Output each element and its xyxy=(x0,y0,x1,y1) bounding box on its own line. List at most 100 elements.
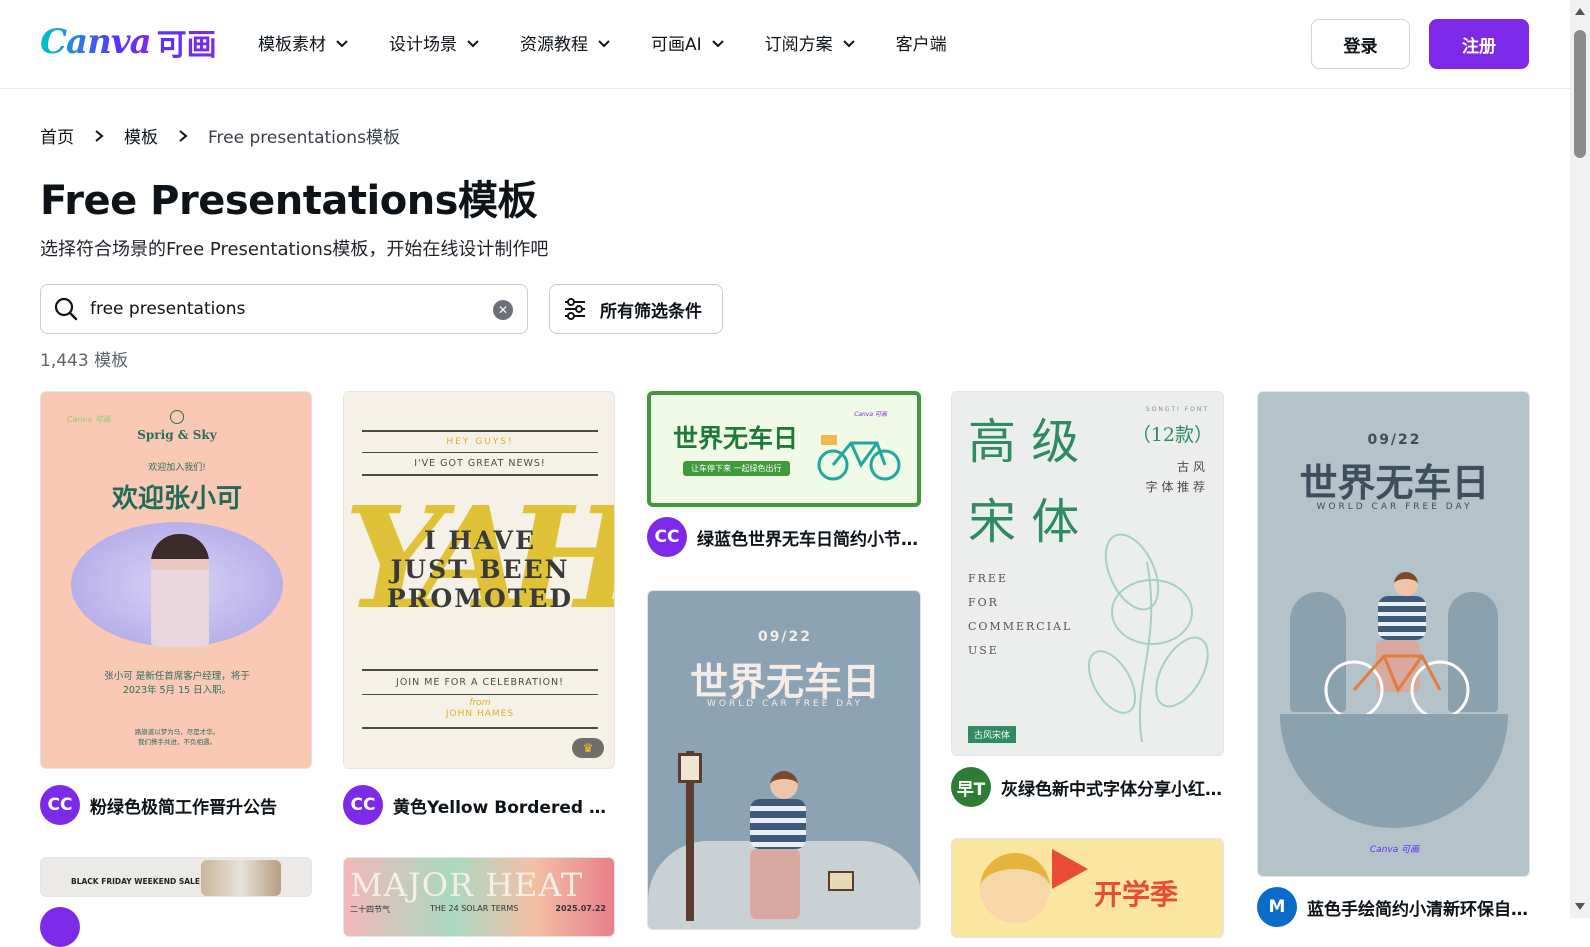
thumb-banner: 让车停下来 一起绿色出行 xyxy=(683,461,790,476)
page-scrollbar[interactable] xyxy=(1570,0,1590,918)
thumb-smalltitle: SONGTI FONT xyxy=(1145,406,1209,413)
breadcrumb-templates[interactable]: 模板 xyxy=(124,123,158,148)
logo-text: Canva xyxy=(40,22,152,62)
nav-label: 资源教程 xyxy=(520,35,588,55)
thumb-h1: 高 级 xyxy=(968,414,1080,470)
card-title[interactable]: 粉绿色极简工作晋升公告 xyxy=(90,793,277,818)
card-title[interactable]: 黄色Yellow Bordered Pro... xyxy=(393,793,615,818)
filter-label: 所有筛选条件 xyxy=(600,301,702,322)
scroll-up-arrow-icon[interactable] xyxy=(1575,8,1585,15)
all-filters-button[interactable]: 所有筛选条件 xyxy=(549,284,723,334)
card-title[interactable]: 绿蓝色世界无车日简约小节... xyxy=(697,525,919,550)
product-image xyxy=(201,860,281,896)
card-meta: CC 粉绿色极简工作晋升公告 xyxy=(40,785,312,825)
scroll-down-arrow-icon[interactable] xyxy=(1575,903,1585,910)
nav-label: 可画AI xyxy=(651,35,702,55)
scroll-thumb[interactable] xyxy=(1574,30,1586,158)
girl-figure xyxy=(980,853,1050,923)
canva-logo[interactable]: Canva 可画 xyxy=(40,22,217,63)
thumb-from: from xyxy=(469,698,491,708)
template-card[interactable]: Canva 可画 Sprig & Sky 欢迎加入我们! 欢迎张小可 张小可 是… xyxy=(40,391,312,825)
premium-crown-icon: ♛ xyxy=(572,738,604,758)
thumb-tag1: （12款） xyxy=(1131,424,1213,446)
cyclist-body xyxy=(750,799,806,849)
thumb-photo xyxy=(71,522,283,647)
thumb-tag2: 古 风 xyxy=(1177,460,1205,474)
basket xyxy=(828,871,854,891)
template-thumbnail[interactable]: 开学季 xyxy=(951,838,1224,938)
thumb-free2: FOR xyxy=(968,596,999,609)
divider xyxy=(362,452,598,453)
thumb-l2: JUST BEEN xyxy=(390,555,570,584)
template-card[interactable]: 09/22 世界无车日 WORLD CAR FREE DAY xyxy=(647,590,921,930)
globe xyxy=(1280,714,1508,828)
thumb-body1: 张小可 是新任首席客户经理，将于 xyxy=(104,671,250,682)
chevron-down-icon xyxy=(336,39,348,47)
template-thumbnail[interactable]: HEY GUYS! I'VE GOT GREAT NEWS! YAH I HAV… xyxy=(343,391,615,769)
signup-button[interactable]: 注册 xyxy=(1429,19,1529,69)
card-title[interactable]: 蓝色手绘简约小清新环保自... xyxy=(1307,895,1529,920)
person-figure xyxy=(151,534,209,647)
card-meta: CC 黄色Yellow Bordered Pro... xyxy=(343,785,615,825)
thumb-headline: 世界无车日 xyxy=(673,424,799,453)
thumb-date: 09/22 xyxy=(1367,432,1422,448)
avatar[interactable]: CC xyxy=(343,785,383,825)
cyclist-legs xyxy=(750,849,800,919)
avatar[interactable]: 早T xyxy=(951,767,991,807)
chevron-down-icon xyxy=(598,39,610,47)
template-thumbnail[interactable]: BLACK FRIDAY WEEKEND SALE xyxy=(40,857,312,897)
chevron-down-icon xyxy=(711,39,724,47)
nav-label: 设计场景 xyxy=(389,35,457,55)
nav-resources[interactable]: 资源教程 xyxy=(520,30,611,55)
divider xyxy=(362,430,598,432)
template-card[interactable]: MAJOR HEAT 二十四节气 THE 24 SOLAR TERMS 2025… xyxy=(343,857,615,937)
template-thumbnail[interactable]: 世界无车日 让车停下来 一起绿色出行 Canva 可画 xyxy=(647,391,921,507)
template-card[interactable]: 开学季 xyxy=(951,838,1224,938)
nav-pricing[interactable]: 订阅方案 xyxy=(765,30,856,55)
card-title[interactable]: 灰绿色新中式字体分享小红... xyxy=(1001,775,1223,800)
nav-templates[interactable]: 模板素材 xyxy=(258,30,349,55)
template-thumbnail[interactable]: 09/22 世界无车日 WORLD CAR FREE DAY Canva 可画 xyxy=(1257,391,1530,877)
template-thumbnail[interactable]: Canva 可画 Sprig & Sky 欢迎加入我们! 欢迎张小可 张小可 是… xyxy=(40,391,312,769)
nav-label: 客户端 xyxy=(895,35,947,55)
breadcrumb-home[interactable]: 首页 xyxy=(40,123,74,148)
nav-client[interactable]: 客户端 xyxy=(896,30,947,55)
template-thumbnail[interactable]: 高 级 宋 体 SONGTI FONT （12款） 古 风 字 体 推 荐 FR… xyxy=(951,391,1224,756)
avatar[interactable]: M xyxy=(1257,887,1297,927)
nav-label: 订阅方案 xyxy=(764,35,833,55)
leaf-icon xyxy=(170,410,184,424)
card-meta: 早T 灰绿色新中式字体分享小红... xyxy=(951,767,1223,807)
template-card[interactable]: 高 级 宋 体 SONGTI FONT （12款） 古 风 字 体 推 荐 FR… xyxy=(951,391,1224,811)
template-card[interactable]: HEY GUYS! I'VE GOT GREAT NEWS! YAH I HAV… xyxy=(343,391,615,825)
thumb-name: JOHN HAMES xyxy=(445,709,515,719)
cyclist-head xyxy=(770,771,798,799)
thumb-free3: COMMERCIAL xyxy=(968,620,1073,633)
thumb-foot1: 路旗道以梦为马，尽是才华。 xyxy=(134,728,220,736)
thumb-foot2: 我们携手共进，不负相遇。 xyxy=(138,738,216,746)
thumb-date: 09/22 xyxy=(757,629,813,645)
template-thumbnail[interactable]: 09/22 世界无车日 WORLD CAR FREE DAY xyxy=(647,590,921,930)
clear-search-icon[interactable]: ✕ xyxy=(493,300,513,320)
login-button[interactable]: 登录 xyxy=(1311,19,1410,69)
thumb-small-logo: Canva 可画 xyxy=(854,411,887,418)
thumb-free1: FREE xyxy=(968,572,1008,585)
search-box: ✕ xyxy=(40,284,528,334)
thumb-h2: 宋 体 xyxy=(968,494,1080,550)
thumb-line1: 欢迎加入我们! xyxy=(148,463,206,473)
template-card[interactable]: 09/22 世界无车日 WORLD CAR FREE DAY Canva 可画 … xyxy=(1257,391,1530,927)
thumb-logo: Canva 可画 xyxy=(1369,845,1420,855)
search-input[interactable] xyxy=(90,299,470,319)
template-thumbnail[interactable]: MAJOR HEAT 二十四节气 THE 24 SOLAR TERMS 2025… xyxy=(343,857,615,937)
nav-scenes[interactable]: 设计场景 xyxy=(389,30,480,55)
avatar[interactable]: CC xyxy=(40,785,80,825)
avatar[interactable]: CC xyxy=(647,517,687,557)
thumb-left: 二十四节气 xyxy=(350,905,390,914)
page-title: Free Presentations模板 xyxy=(40,178,537,224)
search-icon xyxy=(54,297,78,321)
nav-ai[interactable]: 可画AI xyxy=(651,30,725,55)
chevron-right-icon xyxy=(95,129,104,142)
top-header: Canva 可画 模板素材 设计场景 资源教程 可画AI 订阅方案 客户端 登录… xyxy=(0,0,1590,89)
template-card[interactable]: 世界无车日 让车停下来 一起绿色出行 Canva 可画 CC 绿蓝色世界无车日简… xyxy=(647,391,921,561)
template-card[interactable]: BLACK FRIDAY WEEKEND SALE xyxy=(40,857,312,947)
cyclist-head xyxy=(1394,572,1418,596)
